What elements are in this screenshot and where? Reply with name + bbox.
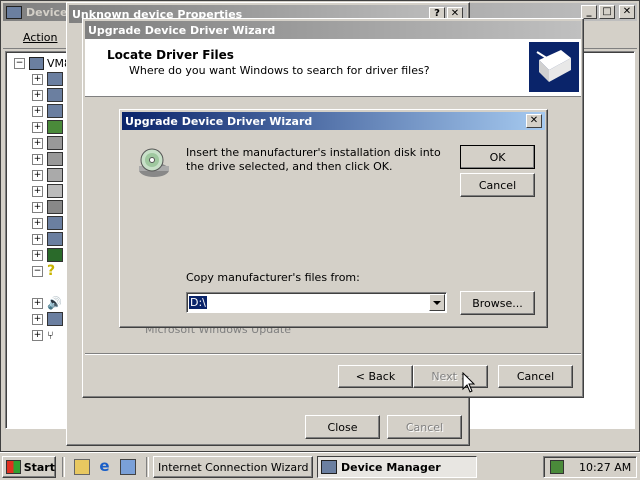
tree-item[interactable]: + — [32, 151, 63, 167]
expand-icon[interactable]: + — [32, 313, 43, 325]
expand-icon[interactable]: + — [32, 297, 43, 309]
unknown-device-icon: ? — [47, 263, 56, 279]
tree-item[interactable]: + — [32, 215, 63, 231]
tree-item[interactable]: + — [32, 103, 63, 119]
show-desktop-icon[interactable] — [74, 459, 90, 475]
expand-icon[interactable]: + — [32, 201, 43, 213]
computer-icon — [29, 56, 44, 70]
tree-item[interactable]: + — [32, 135, 63, 151]
wizard-cancel-button[interactable]: Cancel — [498, 365, 573, 388]
minimize-button[interactable]: _ — [581, 5, 597, 19]
dialog-title: Upgrade Device Driver Wizard — [125, 114, 313, 128]
modem-icon — [47, 216, 63, 230]
dropdown-button[interactable] — [429, 294, 445, 311]
taskbar: Start e Internet Connection Wizard Devic… — [0, 452, 640, 480]
collapse-icon[interactable]: − — [14, 57, 25, 69]
clock[interactable]: 10:27 AM — [579, 461, 631, 474]
device-manager-title: Device — [26, 5, 68, 19]
properties-close-button[interactable]: Close — [305, 415, 380, 439]
copy-from-label: Copy manufacturer's files from: — [186, 271, 360, 284]
ide-controller-icon — [47, 152, 63, 166]
system-tray: 10:27 AM — [543, 456, 637, 478]
chevron-down-icon — [433, 301, 441, 305]
properties-cancel-button[interactable]: Cancel — [387, 415, 462, 439]
ok-button[interactable]: OK — [460, 145, 535, 169]
expand-icon[interactable]: + — [32, 217, 43, 229]
cdrom-icon — [47, 72, 63, 86]
expand-icon[interactable]: + — [32, 169, 43, 181]
task-device-manager[interactable]: Device Manager — [317, 456, 477, 478]
expand-icon[interactable]: + — [32, 105, 43, 117]
action-menu[interactable]: Action — [23, 31, 57, 44]
system-devices-icon — [47, 312, 63, 326]
computer-icon — [47, 88, 63, 102]
computer-icon — [321, 460, 337, 474]
tree-item[interactable]: + — [32, 119, 63, 135]
internet-explorer-icon[interactable]: e — [96, 458, 113, 475]
tree-item[interactable]: + — [32, 167, 63, 183]
expand-icon[interactable]: + — [32, 121, 43, 133]
tree-item[interactable]: + — [32, 247, 63, 263]
tree-item[interactable]: + 🔊 — [32, 295, 62, 311]
cd-disk-icon — [136, 146, 172, 180]
expand-icon[interactable]: + — [32, 89, 43, 101]
wizard-header-title: Locate Driver Files — [107, 48, 234, 62]
sound-icon: 🔊 — [47, 296, 62, 310]
port-icon — [47, 232, 63, 246]
close-button[interactable]: ✕ — [526, 114, 542, 128]
keyboard-icon — [47, 168, 63, 182]
tree-item[interactable]: + — [32, 231, 63, 247]
wizard-title: Upgrade Device Driver Wizard — [88, 23, 276, 37]
dialog-titlebar[interactable]: Upgrade Device Driver Wizard — [122, 112, 545, 130]
start-button[interactable]: Start — [2, 456, 56, 478]
monitor-icon — [47, 104, 63, 118]
quick-launch-divider — [62, 457, 65, 477]
expand-icon[interactable]: + — [32, 329, 43, 341]
wizard-header: Locate Driver Files Where do you want Wi… — [85, 39, 581, 97]
task-internet-connection-wizard[interactable]: Internet Connection Wizard — [153, 456, 313, 478]
floppy-controller-icon — [47, 120, 63, 134]
tree-item[interactable]: + — [32, 87, 63, 103]
tree-item[interactable]: + ⑂ — [32, 327, 54, 343]
network-tray-icon[interactable] — [550, 460, 564, 474]
close-button[interactable]: ✕ — [619, 5, 635, 19]
expand-icon[interactable]: + — [32, 137, 43, 149]
tree-item[interactable]: + — [32, 183, 63, 199]
task-divider — [146, 457, 149, 477]
maximize-button[interactable]: □ — [599, 5, 615, 19]
mouse-icon — [47, 184, 63, 198]
dialog-message: Insert the manufacturer's installation d… — [186, 146, 441, 173]
tree-item[interactable]: + — [32, 311, 63, 327]
processor-icon — [47, 248, 63, 262]
back-button[interactable]: < Back — [338, 365, 413, 388]
wizard-titlebar[interactable]: Upgrade Device Driver Wizard — [85, 21, 581, 39]
network-icon — [47, 200, 63, 214]
usb-icon: ⑂ — [47, 328, 54, 342]
wizard-header-subtitle: Where do you want Windows to search for … — [129, 64, 430, 77]
expand-icon[interactable]: + — [32, 249, 43, 261]
wizard-separator — [85, 353, 581, 355]
expand-icon[interactable]: + — [32, 153, 43, 165]
tree-item[interactable]: + — [32, 71, 63, 87]
expand-icon[interactable]: + — [32, 233, 43, 245]
dialog-cancel-button[interactable]: Cancel — [460, 173, 535, 197]
tree-item[interactable]: −? — [32, 263, 55, 279]
tree-root[interactable]: − VM8 — [14, 55, 71, 71]
hardware-wizard-icon — [529, 42, 579, 92]
path-input[interactable]: D:\ — [189, 296, 207, 309]
expand-icon[interactable]: + — [32, 185, 43, 197]
tree-item[interactable]: + — [32, 199, 63, 215]
browse-button[interactable]: Browse... — [460, 291, 535, 315]
windows-logo-icon — [6, 460, 21, 474]
outlook-express-icon[interactable] — [120, 459, 136, 475]
expand-icon[interactable]: + — [32, 73, 43, 85]
collapse-icon[interactable]: − — [32, 265, 43, 277]
disk-drive-icon — [47, 136, 63, 150]
mouse-pointer-icon — [462, 371, 476, 394]
computer-icon — [6, 5, 22, 19]
next-button[interactable]: Next > — [413, 365, 488, 388]
path-combobox[interactable]: D:\ — [186, 292, 447, 313]
insert-disk-dialog: Upgrade Device Driver Wizard ✕ Insert th… — [119, 109, 548, 328]
